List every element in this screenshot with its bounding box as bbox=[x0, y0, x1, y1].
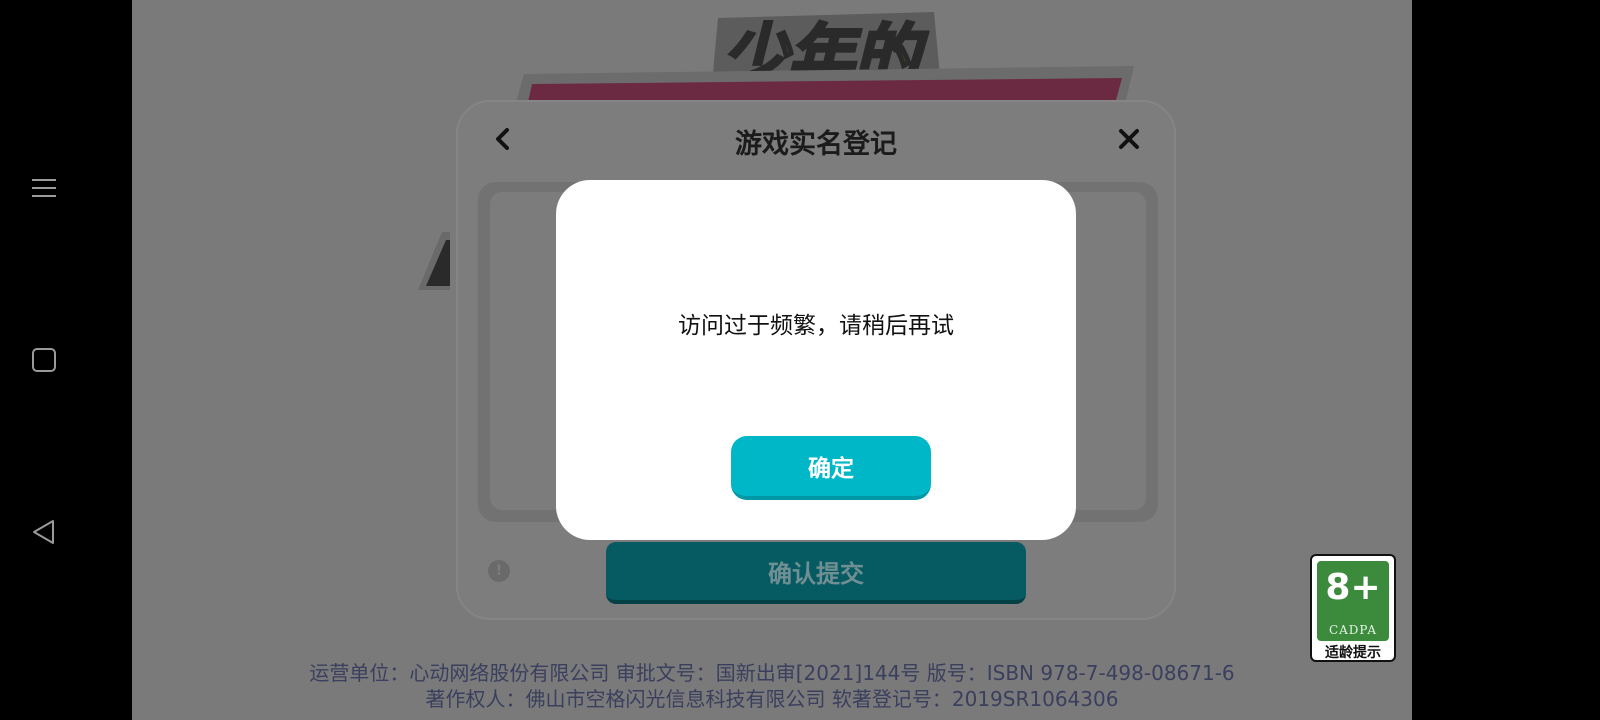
footer-line-2: 著作权人：佛山市空格闪光信息科技有限公司 软著登记号：2019SR1064306 bbox=[425, 687, 1119, 711]
age-rating-org: CADPA bbox=[1328, 623, 1378, 637]
menu-icon[interactable] bbox=[28, 172, 60, 204]
age-rating-label: 适龄提示 bbox=[1325, 645, 1381, 661]
footer-credits: 运营单位：心动网络股份有限公司 审批文号：国新出审[2021]144号 版号：I… bbox=[132, 660, 1412, 712]
age-rating-number: 8+ bbox=[1325, 567, 1381, 608]
footer-line-1: 运营单位：心动网络股份有限公司 审批文号：国新出审[2021]144号 版号：I… bbox=[309, 661, 1235, 685]
submit-button[interactable]: 确认提交 bbox=[606, 542, 1026, 604]
age-rating-panel: 8+ CADPA bbox=[1317, 561, 1389, 641]
square-home-icon[interactable] bbox=[28, 344, 60, 376]
info-icon[interactable]: ! bbox=[488, 560, 510, 582]
alert-message: 访问过于频繁，请稍后再试 bbox=[678, 313, 954, 339]
right-letterbox bbox=[1412, 0, 1600, 720]
game-screen: 少年的 游戏实名登记 ! 确认提交 运营单位：心动网络股份有限公司 审批文号：国… bbox=[132, 0, 1412, 720]
system-nav-bar bbox=[0, 0, 132, 720]
alert-dialog: 访问过于频繁，请稍后再试 确定 bbox=[556, 180, 1076, 540]
age-rating-badge[interactable]: 8+ CADPA 适龄提示 bbox=[1310, 554, 1396, 662]
close-icon[interactable] bbox=[1112, 122, 1146, 156]
triangle-back-icon[interactable] bbox=[28, 516, 60, 548]
confirm-button[interactable]: 确定 bbox=[731, 436, 931, 500]
registration-title: 游戏实名登记 bbox=[735, 129, 897, 160]
